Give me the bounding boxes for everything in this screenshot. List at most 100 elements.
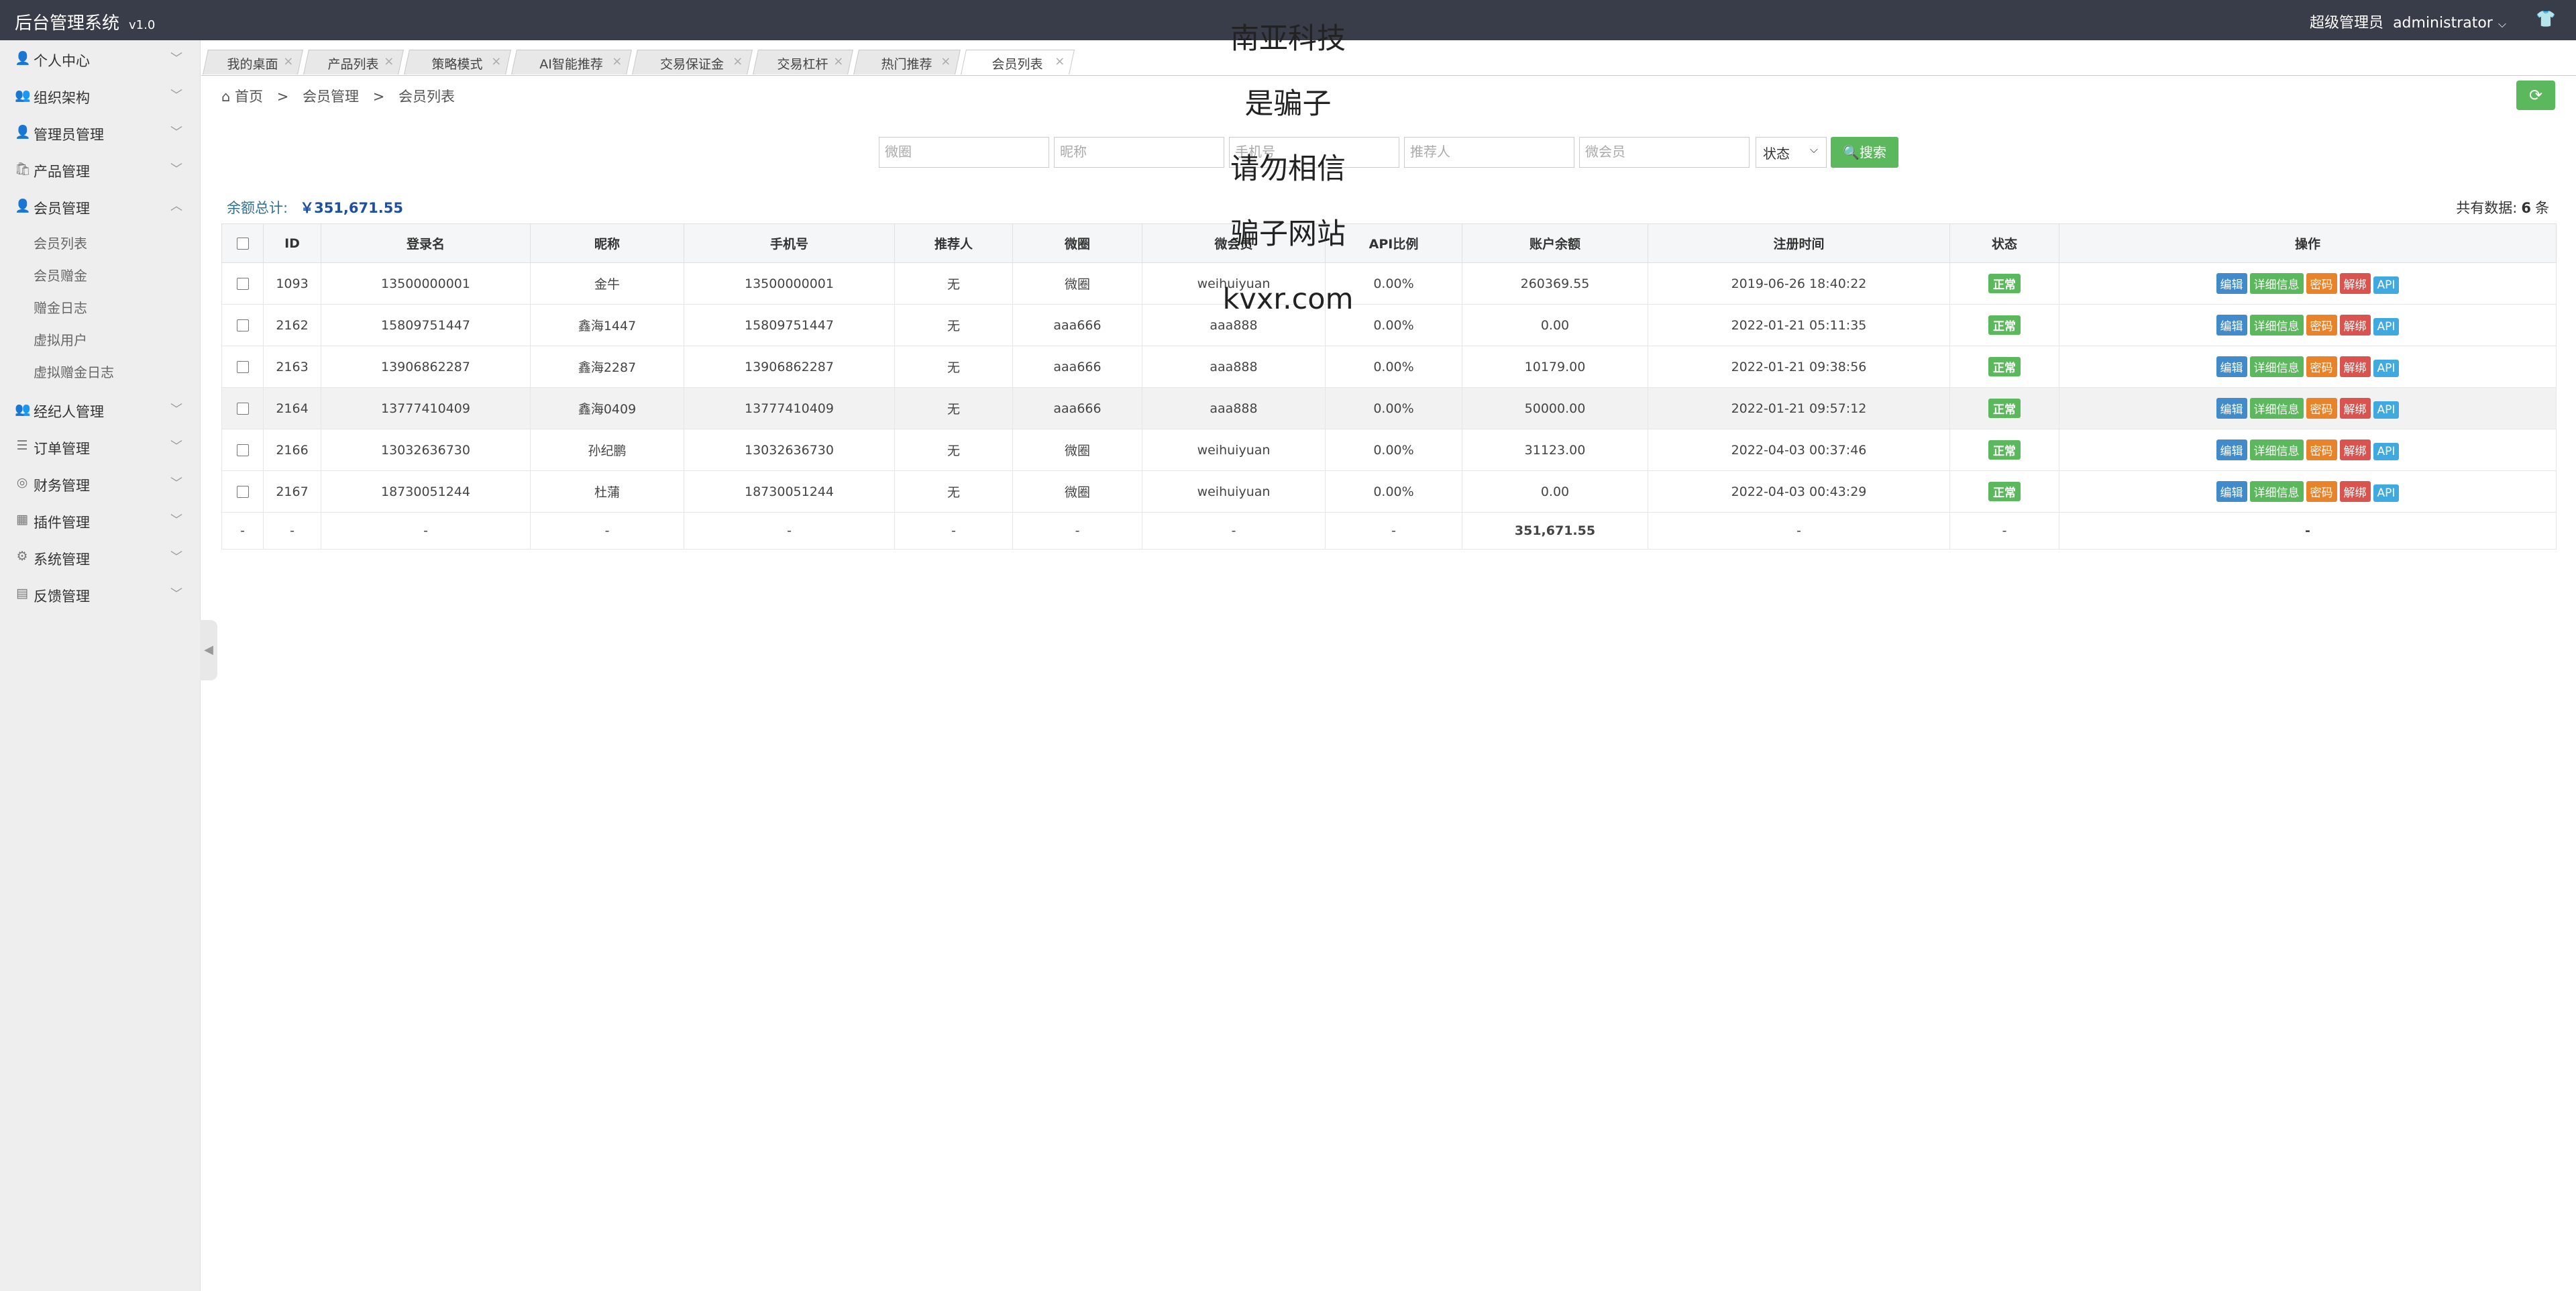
row-checkbox[interactable]	[236, 444, 249, 456]
close-icon[interactable]: ×	[1055, 54, 1065, 68]
unbind-button[interactable]: 解绑	[2339, 356, 2371, 377]
column-header: ID	[263, 223, 321, 263]
table-cell: 无	[894, 470, 1013, 513]
select-all-checkbox[interactable]	[236, 238, 249, 250]
sidebar-item[interactable]: ▤ 反馈管理 ﹀	[0, 576, 200, 613]
refresh-button[interactable]: ⟳	[2516, 81, 2555, 110]
edit-button[interactable]: 编辑	[2216, 440, 2247, 460]
unbind-button[interactable]: 解绑	[2339, 273, 2371, 294]
tab-item[interactable]: 我的桌面 ×	[203, 50, 303, 74]
actions-cell: 编辑 详细信息 密码 解绑 API	[2059, 304, 2557, 346]
wei-member-input[interactable]	[1579, 137, 1750, 168]
row-checkbox[interactable]	[236, 403, 249, 415]
api-button[interactable]: API	[2373, 401, 2400, 419]
status-select[interactable]: 状态 ⌵	[1756, 137, 1827, 168]
tab-item[interactable]: 热门推荐 ×	[853, 50, 961, 74]
sidebar-item[interactable]: 👥 组织架构 ﹀	[0, 77, 200, 114]
breadcrumb-section[interactable]: 会员管理	[303, 89, 359, 105]
referrer-input[interactable]	[1404, 137, 1574, 168]
sidebar-item[interactable]: ▦ 插件管理 ﹀	[0, 502, 200, 539]
row-checkbox[interactable]	[236, 361, 249, 373]
row-checkbox[interactable]	[236, 319, 249, 331]
tab-item[interactable]: 策略模式 ×	[404, 50, 511, 74]
details-button[interactable]: 详细信息	[2249, 315, 2304, 335]
sidebar-item[interactable]: 👥 经纪人管理 ﹀	[0, 391, 200, 428]
tab-item[interactable]: AI智能推荐 ×	[511, 50, 632, 74]
close-icon[interactable]: ×	[491, 54, 501, 68]
sidebar-item[interactable]: 👤 管理员管理 ﹀	[0, 114, 200, 151]
sidebar-subitem[interactable]: 会员列表	[0, 227, 200, 260]
api-button[interactable]: API	[2373, 443, 2400, 460]
theme-shirt-icon[interactable]: 👕	[2536, 9, 2556, 28]
unbind-button[interactable]: 解绑	[2339, 481, 2371, 502]
close-icon[interactable]: ×	[612, 54, 622, 68]
password-button[interactable]: 密码	[2306, 481, 2337, 502]
sidebar-collapse-handle[interactable]: ◀	[200, 620, 217, 680]
sidebar-item[interactable]: 👤 会员管理 ︿	[0, 188, 200, 225]
row-checkbox[interactable]	[236, 278, 249, 290]
tab-item[interactable]: 交易保证金 ×	[632, 50, 753, 74]
password-button[interactable]: 密码	[2306, 315, 2337, 335]
search-button[interactable]: 🔍搜索	[1831, 137, 1898, 168]
breadcrumb-home[interactable]: 首页	[235, 89, 263, 105]
api-button[interactable]: API	[2373, 484, 2400, 502]
table-row: 2162 15809751447 鑫海1447 15809751447 无 aaa666 a…	[221, 304, 2557, 346]
edit-button[interactable]: 编辑	[2216, 273, 2247, 294]
sidebar-item[interactable]: ◎ 财务管理 ﹀	[0, 465, 200, 502]
sidebar-subitem[interactable]: 虚拟赠金日志	[0, 356, 200, 389]
row-checkbox[interactable]	[236, 486, 249, 498]
sidebar-item[interactable]: 🛍 产品管理 ﹀	[0, 151, 200, 188]
user-menu[interactable]: 超级管理员 administrator ⌵	[2310, 11, 2506, 32]
close-icon[interactable]: ×	[941, 54, 951, 68]
sidebar-subitem[interactable]: 赠金日志	[0, 292, 200, 324]
sidebar-item-label: 管理员管理	[34, 127, 104, 143]
sidebar-subitem[interactable]: 会员赠金	[0, 260, 200, 292]
details-button[interactable]: 详细信息	[2249, 273, 2304, 294]
details-button[interactable]: 详细信息	[2249, 481, 2304, 502]
nickname-input[interactable]	[1054, 137, 1224, 168]
table-cell: 13906862287	[684, 346, 895, 388]
edit-button[interactable]: 编辑	[2216, 398, 2247, 419]
table-row: 2163 13906862287 鑫海2287 13906862287 无 aaa666 a…	[221, 346, 2557, 388]
close-icon[interactable]: ×	[733, 54, 743, 68]
watermark-line: 是骗子	[1244, 87, 1332, 121]
table-cell: 18730051244	[684, 470, 895, 513]
close-icon[interactable]: ×	[833, 54, 843, 68]
api-button[interactable]: API	[2373, 276, 2400, 294]
edit-button[interactable]: 编辑	[2216, 356, 2247, 377]
tab-item[interactable]: 交易杠杆 ×	[753, 50, 853, 74]
app-title[interactable]: 后台管理系统 v1.0	[15, 9, 155, 34]
feedback-icon: ▤	[16, 586, 28, 601]
password-button[interactable]: 密码	[2306, 440, 2337, 460]
password-button[interactable]: 密码	[2306, 273, 2337, 294]
row-select-cell	[221, 387, 264, 429]
password-button[interactable]: 密码	[2306, 398, 2337, 419]
table-row: 2164 13777410409 鑫海0409 13777410409 无 aaa666 a…	[221, 387, 2557, 429]
sidebar-item[interactable]: ⚙ 系统管理 ﹀	[0, 539, 200, 576]
unbind-button[interactable]: 解绑	[2339, 440, 2371, 460]
edit-button[interactable]: 编辑	[2216, 481, 2247, 502]
password-button[interactable]: 密码	[2306, 356, 2337, 377]
table-cell: 13500000001	[684, 262, 895, 305]
sidebar-subitem[interactable]: 虚拟用户	[0, 324, 200, 356]
details-button[interactable]: 详细信息	[2249, 398, 2304, 419]
tab-item[interactable]: 会员列表 ×	[961, 50, 1075, 74]
actions-cell: 编辑 详细信息 密码 解绑 API	[2059, 262, 2557, 305]
summary-cell: -	[221, 512, 264, 550]
wei-circle-input[interactable]	[879, 137, 1049, 168]
table-cell: 2022-04-03 00:37:46	[1648, 429, 1950, 471]
sidebar-item[interactable]: 👤 个人中心 ﹀	[0, 40, 200, 77]
unbind-button[interactable]: 解绑	[2339, 398, 2371, 419]
close-icon[interactable]: ×	[384, 54, 394, 68]
member-table: ID 登录名 昵称 手机号 推荐人 微圈 微会员 API比例 账户余额 注册时间 状态 操作 1093…	[221, 223, 2557, 550]
edit-button[interactable]: 编辑	[2216, 315, 2247, 335]
tab-item[interactable]: 产品列表 ×	[303, 50, 404, 74]
details-button[interactable]: 详细信息	[2249, 356, 2304, 377]
table-cell: 金牛	[530, 262, 684, 305]
close-icon[interactable]: ×	[283, 54, 293, 68]
api-button[interactable]: API	[2373, 360, 2400, 377]
unbind-button[interactable]: 解绑	[2339, 315, 2371, 335]
sidebar-item[interactable]: ☰ 订单管理 ﹀	[0, 428, 200, 465]
api-button[interactable]: API	[2373, 318, 2400, 335]
details-button[interactable]: 详细信息	[2249, 440, 2304, 460]
